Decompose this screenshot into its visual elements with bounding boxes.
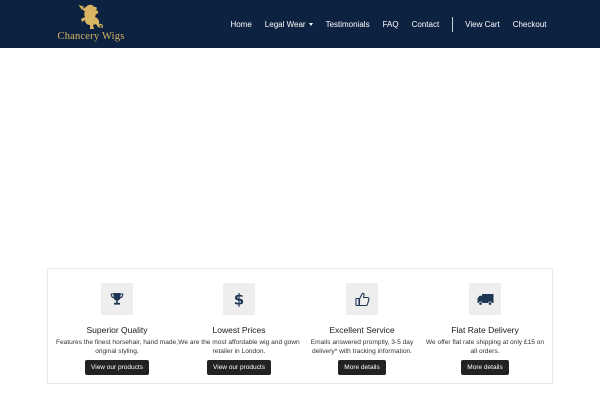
nav-checkout-label: Checkout xyxy=(512,19,547,29)
nav-legal-wear-dropdown[interactable]: Legal Wear xyxy=(258,20,319,29)
lion-rampant-icon xyxy=(78,4,103,29)
feature-flat-rate-delivery: Flat Rate Delivery We offer flat rate sh… xyxy=(423,283,547,375)
more-details-button[interactable]: More details xyxy=(461,360,509,375)
feature-icon-box: $ xyxy=(223,283,255,315)
feature-icon-box xyxy=(346,283,378,315)
brand-logo-link[interactable]: Chancery Wigs xyxy=(52,3,130,45)
svg-text:$: $ xyxy=(234,291,244,307)
feature-description: Emails answered promptly, 3-5 day delive… xyxy=(310,339,414,355)
features-panel: Superior Quality Features the finest hor… xyxy=(47,268,553,384)
nav-contact-label: Contact xyxy=(411,19,440,29)
feature-excellent-service: Excellent Service Emails answered prompt… xyxy=(300,283,424,375)
feature-title: Lowest Prices xyxy=(212,325,266,335)
nav-testimonials[interactable]: Testimonials xyxy=(319,20,376,29)
nav-contact[interactable]: Contact xyxy=(405,20,446,29)
feature-title: Excellent Service xyxy=(329,325,395,335)
feature-superior-quality: Superior Quality Features the finest hor… xyxy=(55,283,179,375)
nav-testimonials-label: Testimonials xyxy=(325,19,370,29)
feature-title: Superior Quality xyxy=(86,325,148,335)
feature-description: We offer flat rate shipping at only £15 … xyxy=(425,339,545,355)
nav-divider xyxy=(451,16,453,32)
main-nav: Home Legal Wear Testimonials FAQ Contact… xyxy=(224,0,600,48)
brand-name: Chancery Wigs xyxy=(57,31,125,42)
nav-faq-label: FAQ xyxy=(382,19,399,29)
nav-legal-wear-label: Legal Wear xyxy=(264,19,306,29)
nav-checkout[interactable]: Checkout xyxy=(506,20,553,29)
feature-lowest-prices: $ Lowest Prices We are the most affordab… xyxy=(177,283,301,375)
top-navbar: Chancery Wigs Home Legal Wear Testimonia… xyxy=(0,0,600,48)
dollar-icon: $ xyxy=(234,291,244,307)
feature-icon-box xyxy=(469,283,501,315)
truck-icon xyxy=(477,293,493,306)
nav-view-cart[interactable]: View Cart xyxy=(459,20,507,29)
feature-icon-box xyxy=(101,283,133,315)
thumbs-up-icon xyxy=(354,292,370,306)
view-products-button[interactable]: View our products xyxy=(85,360,149,375)
nav-faq[interactable]: FAQ xyxy=(376,20,405,29)
view-products-button[interactable]: View our products xyxy=(207,360,271,375)
nav-view-cart-label: View Cart xyxy=(465,19,500,29)
feature-description: We are the most affordable wig and gown … xyxy=(178,339,300,355)
nav-home[interactable]: Home xyxy=(224,20,258,29)
feature-description: Features the finest horsehair, hand made… xyxy=(55,339,179,355)
trophy-icon xyxy=(110,293,124,305)
feature-title: Flat Rate Delivery xyxy=(451,325,519,335)
more-details-button[interactable]: More details xyxy=(338,360,386,375)
nav-home-label: Home xyxy=(230,19,252,29)
caret-down-icon xyxy=(308,22,313,26)
